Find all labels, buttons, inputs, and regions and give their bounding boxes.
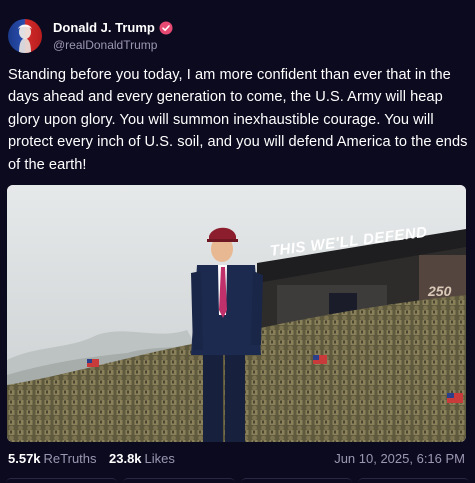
author-avatar[interactable] [8,19,42,53]
verified-badge-icon [159,21,173,35]
screen-250-text: 250 [428,283,452,299]
army-ceremony-photo [7,185,466,442]
action-slot[interactable] [357,478,469,483]
action-slot[interactable] [123,478,235,483]
retruths-label: ReTruths [43,451,97,466]
post-card: Donald J. Trump @realDonaldTrump Standin… [0,0,475,483]
author-display-name[interactable]: Donald J. Trump [53,20,155,35]
likes-label: Likes [144,451,175,466]
author-names: Donald J. Trump @realDonaldTrump [53,20,173,52]
likes-count: 23.8k [109,451,142,466]
retruths-count: 5.57k [8,451,41,466]
action-bar-edge [0,478,475,483]
retruths-stat[interactable]: 5.57k ReTruths [8,451,97,466]
action-slot[interactable] [6,478,118,483]
post-media-image[interactable]: THIS WE'LL DEFEND 250 [7,185,466,442]
post-footer: 5.57k ReTruths 23.8k Likes Jun 10, 2025, 6… [8,451,467,467]
name-row: Donald J. Trump [53,20,173,35]
post-timestamp[interactable]: Jun 10, 2025, 6:16 PM [334,451,465,466]
likes-stat[interactable]: 23.8k Likes [109,451,175,466]
post-body-text: Standing before you today, I am more con… [8,67,468,173]
post-header: Donald J. Trump @realDonaldTrump [8,17,173,55]
action-slot[interactable] [240,478,352,483]
author-handle[interactable]: @realDonaldTrump [53,38,173,52]
avatar-portrait [18,24,32,53]
